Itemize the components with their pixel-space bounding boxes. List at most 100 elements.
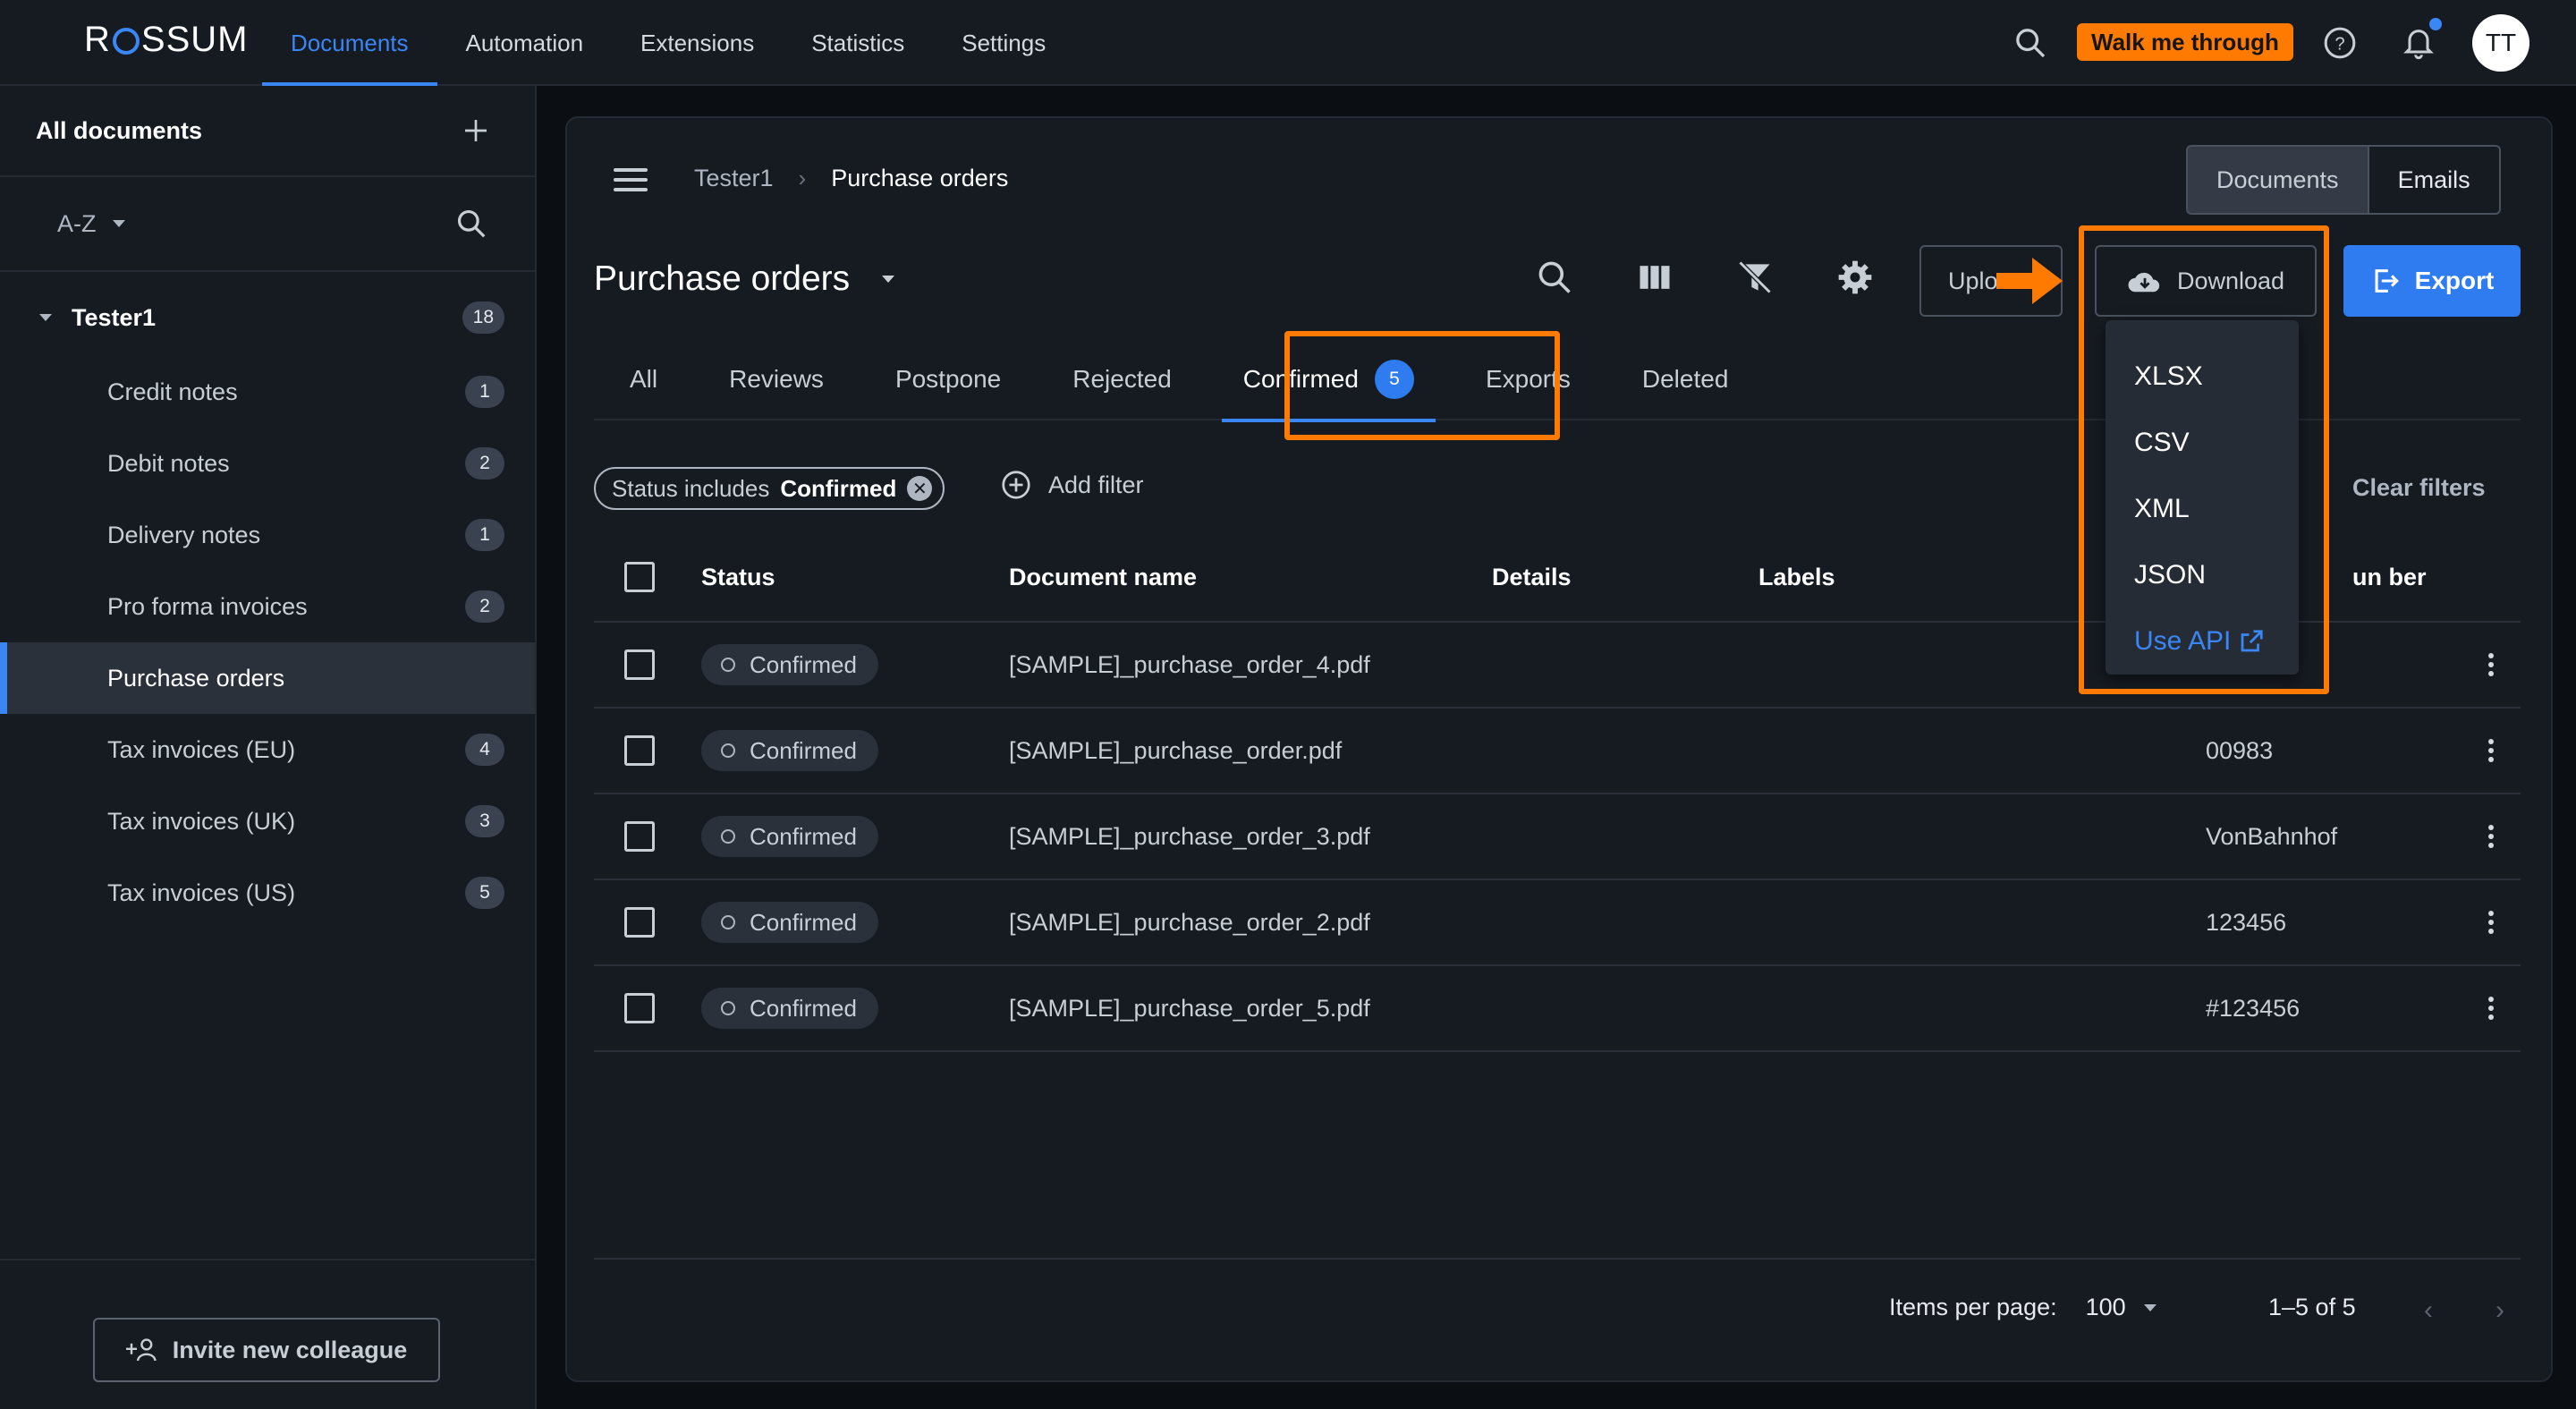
table-row[interactable]: Confirmed [SAMPLE]_purchase_order.pdf 00… [594,709,2521,794]
count-badge: 4 [465,734,504,766]
document-name[interactable]: [SAMPLE]_purchase_order_3.pdf [1009,823,1370,851]
tab-all[interactable]: All [594,338,693,420]
more-options-icon[interactable] [2488,907,2496,938]
export-button[interactable]: Export [2343,245,2521,317]
add-person-icon [125,1338,157,1362]
sidebar-item-debit-notes[interactable]: Debit notes 2 [0,428,535,499]
column-labels[interactable]: Labels [1758,564,1835,591]
top-bar: R SSUM Documents Automation Extensions St… [0,0,2576,86]
nav-extensions[interactable]: Extensions [612,0,783,86]
notification-dot [2429,18,2442,30]
column-status[interactable]: Status [701,564,775,591]
sidebar-item-tax-invoices-eu[interactable]: Tax invoices (EU) 4 [0,714,535,785]
select-all-checkbox[interactable] [624,562,655,592]
queue-title-dropdown[interactable]: Purchase orders [594,259,895,299]
column-document-name[interactable]: Document name [1009,564,1197,591]
status-badge: Confirmed [701,730,878,771]
add-filter-button[interactable]: Add filter [1000,469,1144,501]
status-badge: Confirmed [701,816,878,857]
nav-documents[interactable]: Documents [262,0,437,86]
sidebar-item-delivery-notes[interactable]: Delivery notes 1 [0,499,535,571]
tab-postpone[interactable]: Postpone [860,338,1037,420]
breadcrumb: Tester1 › Purchase orders [694,165,1008,192]
add-icon[interactable] [462,116,490,145]
confirmed-tab-highlight [1284,331,1560,440]
document-name[interactable]: [SAMPLE]_purchase_order.pdf [1009,737,1342,765]
more-options-icon[interactable] [2488,649,2496,680]
rossum-logo[interactable]: R SSUM [84,20,248,60]
more-options-icon[interactable] [2488,993,2496,1023]
add-circle-icon [1002,471,1030,499]
view-emails-button[interactable]: Emails [2368,145,2501,215]
workspace-label: Tester1 [72,303,157,331]
sidebar-item-label: Tax invoices (EU) [107,735,296,763]
row-checkbox[interactable] [624,735,655,766]
close-icon[interactable]: ✕ [907,476,933,501]
search-icon[interactable] [454,207,488,241]
sidebar-item-tax-invoices-uk[interactable]: Tax invoices (UK) 3 [0,785,535,857]
chevron-right-icon[interactable]: › [2496,1295,2504,1326]
columns-icon[interactable] [1635,258,1674,297]
sidebar-sort-row: A-Z [0,177,535,272]
row-checkbox[interactable] [624,821,655,852]
row-checkbox[interactable] [624,993,655,1023]
sidebar-item-pro-forma-invoices[interactable]: Pro forma invoices 2 [0,571,535,642]
more-options-icon[interactable] [2488,821,2496,852]
document-name[interactable]: [SAMPLE]_purchase_order_5.pdf [1009,995,1370,1023]
table-row[interactable]: Confirmed [SAMPLE]_purchase_order_3.pdf … [594,794,2521,880]
tab-reviews[interactable]: Reviews [693,338,860,420]
nav-statistics[interactable]: Statistics [783,0,933,86]
table-row[interactable]: Confirmed [SAMPLE]_purchase_order_2.pdf … [594,880,2521,966]
sort-label: A-Z [57,209,97,237]
column-details[interactable]: Details [1492,564,1572,591]
invite-colleague-button[interactable]: Invite new colleague [93,1318,440,1382]
document-name[interactable]: [SAMPLE]_purchase_order_4.pdf [1009,651,1370,679]
tab-deleted[interactable]: Deleted [1606,338,1765,420]
count-badge: 1 [465,519,504,551]
workspace-tester1[interactable]: Tester1 18 [0,279,535,356]
document-number: 123456 [2206,908,2287,936]
sidebar-item-label: Delivery notes [107,521,261,548]
sidebar-item-label: Debit notes [107,449,230,477]
row-checkbox[interactable] [624,649,655,680]
more-options-icon[interactable] [2488,735,2496,766]
chevron-down-icon[interactable] [39,314,52,321]
page-title: Purchase orders [594,259,851,298]
clear-filter-icon[interactable] [1735,258,1775,297]
filter-prefix: Status includes [612,474,770,502]
status-label: Confirmed [750,908,857,936]
column-number[interactable]: un ber [2352,564,2427,591]
document-name[interactable]: [SAMPLE]_purchase_order_2.pdf [1009,909,1370,937]
help-icon[interactable]: ? [2322,25,2358,61]
items-per-page-select[interactable]: 100 [2086,1294,2157,1321]
nav-automation[interactable]: Automation [437,0,613,86]
avatar[interactable]: TT [2472,14,2529,72]
svg-text:?: ? [2334,35,2344,55]
sidebar-item-purchase-orders[interactable]: Purchase orders [0,642,535,714]
sort-dropdown[interactable]: A-Z [57,210,125,238]
search-icon[interactable] [1535,258,1574,297]
search-icon[interactable] [2012,25,2048,61]
chevron-left-icon[interactable]: ‹ [2424,1295,2433,1326]
count-badge: 5 [465,877,504,909]
row-checkbox[interactable] [624,907,655,938]
menu-icon[interactable] [614,168,648,195]
count-badge: 3 [465,805,504,837]
sidebar-item-tax-invoices-us[interactable]: Tax invoices (US) 5 [0,857,535,929]
sidebar-item-credit-notes[interactable]: Credit notes 1 [0,356,535,428]
count-badge: 18 [462,301,504,334]
breadcrumb-workspace[interactable]: Tester1 [694,165,774,192]
status-label: Confirmed [750,994,857,1022]
table-row[interactable]: Confirmed [SAMPLE]_purchase_order_5.pdf … [594,966,2521,1052]
clear-filters-button[interactable]: Clear filters [2352,474,2486,502]
tab-rejected[interactable]: Rejected [1037,338,1208,420]
chevron-down-icon [882,276,895,283]
export-icon [2375,269,2399,293]
nav-settings[interactable]: Settings [933,0,1074,86]
count-badge: 1 [465,376,504,408]
walk-me-through-button[interactable]: Walk me through [2077,23,2293,61]
gear-icon[interactable] [1835,258,1875,297]
status-filter-chip[interactable]: Status includes Confirmed ✕ [594,467,945,510]
page-range: 1–5 of 5 [2268,1294,2356,1320]
view-documents-button[interactable]: Documents [2186,145,2369,215]
